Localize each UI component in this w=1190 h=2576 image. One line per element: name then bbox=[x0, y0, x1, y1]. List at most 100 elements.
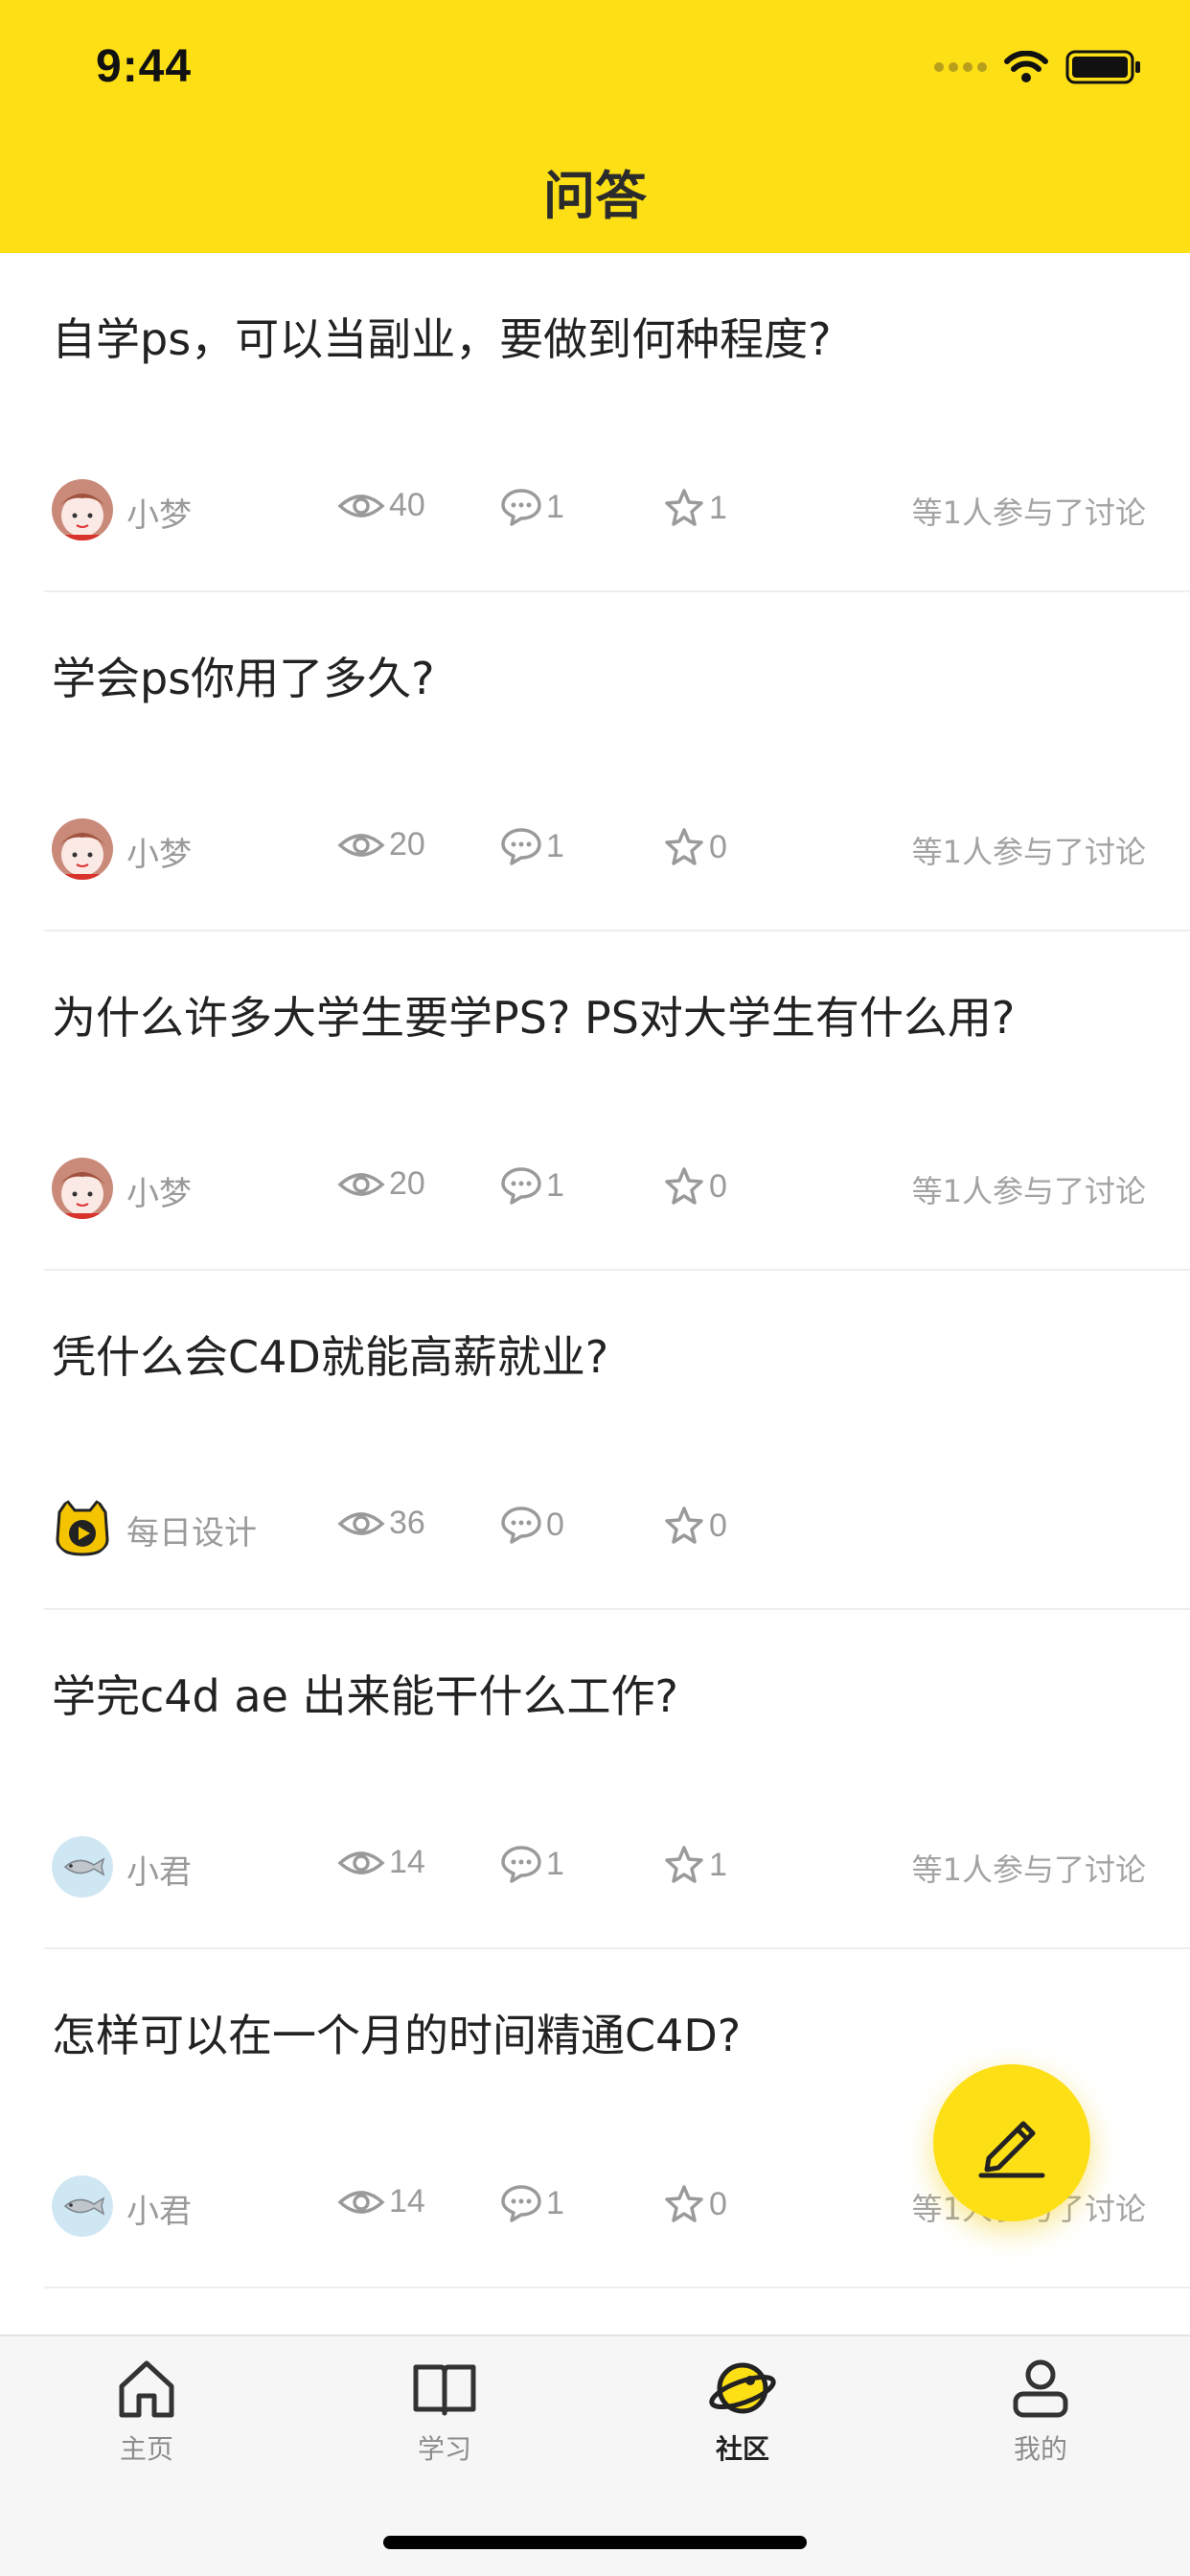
comment-count[interactable]: 1 bbox=[500, 2183, 564, 2223]
star-icon bbox=[665, 1846, 703, 1883]
eye-icon bbox=[337, 494, 385, 518]
eye-icon bbox=[337, 1172, 385, 1196]
eye-icon bbox=[337, 2190, 385, 2214]
avatar[interactable] bbox=[52, 1836, 113, 1898]
compose-button[interactable] bbox=[933, 2064, 1090, 2221]
favorite-count[interactable]: 0 bbox=[663, 1165, 727, 1208]
tab-study-label: 学习 bbox=[417, 2433, 471, 2465]
view-count: 14 bbox=[337, 2183, 425, 2220]
comment-count-value: 1 bbox=[546, 488, 564, 525]
eye-icon bbox=[337, 1511, 385, 1535]
pencil-icon bbox=[978, 2121, 1045, 2178]
tab-study[interactable]: 学习 bbox=[358, 2354, 531, 2488]
favorite-count[interactable]: 0 bbox=[663, 1505, 727, 1547]
comment-count[interactable]: 0 bbox=[500, 1505, 564, 1545]
signal-icon bbox=[934, 62, 987, 72]
view-count-value: 14 bbox=[389, 2183, 425, 2220]
tab-home-label: 主页 bbox=[119, 2433, 173, 2465]
question-list: 自学ps，可以当副业，要做到何种程度? 小梦 40 1 1 等1人参与了讨论 学会ps你用了… bbox=[0, 253, 1190, 2288]
comment-count-value: 1 bbox=[546, 1166, 564, 1204]
view-count-value: 36 bbox=[389, 1505, 425, 1541]
comment-icon bbox=[501, 1846, 541, 1883]
favorite-count-value: 0 bbox=[709, 2185, 727, 2222]
view-count-value: 14 bbox=[389, 1844, 425, 1880]
favorite-count[interactable]: 1 bbox=[663, 487, 727, 529]
eye-icon bbox=[337, 833, 385, 857]
comment-count-value: 1 bbox=[546, 2184, 564, 2221]
view-count: 20 bbox=[337, 826, 425, 863]
author-name[interactable]: 小梦 bbox=[126, 828, 192, 875]
avatar[interactable] bbox=[52, 818, 113, 880]
tab-home[interactable]: 主页 bbox=[60, 2354, 233, 2488]
question-title[interactable]: 怎样可以在一个月的时间精通C4D? bbox=[52, 2001, 741, 2064]
wifi-icon bbox=[1004, 51, 1048, 82]
question-meta: 小君 14 1 1 等1人参与了讨论 bbox=[44, 1836, 1146, 1898]
question-item[interactable]: 自学ps，可以当副业，要做到何种程度? 小梦 40 1 1 等1人参与了讨论 bbox=[44, 253, 1190, 592]
question-title[interactable]: 学会ps你用了多久? bbox=[52, 644, 435, 707]
comment-icon bbox=[501, 828, 541, 865]
header-bar: 9:44 问答 bbox=[0, 0, 1190, 253]
tab-community-label: 社区 bbox=[715, 2433, 769, 2465]
page-title: 问答 bbox=[543, 166, 647, 226]
star-icon bbox=[665, 489, 703, 526]
participants-text: 等1人参与了讨论 bbox=[911, 1852, 1146, 1888]
comment-count[interactable]: 1 bbox=[500, 826, 564, 866]
participants-text: 等1人参与了讨论 bbox=[911, 494, 1146, 531]
author-name[interactable]: 小梦 bbox=[126, 489, 192, 536]
view-count-value: 20 bbox=[389, 826, 425, 862]
favorite-count-value: 1 bbox=[709, 489, 727, 526]
question-title[interactable]: 自学ps，可以当副业，要做到何种程度? bbox=[52, 305, 832, 368]
avatar[interactable] bbox=[52, 1158, 113, 1219]
tab-mine-label: 我的 bbox=[1013, 2433, 1067, 2465]
comment-count[interactable]: 1 bbox=[500, 1165, 564, 1206]
star-icon bbox=[665, 828, 703, 865]
tab-community[interactable]: 社区 bbox=[656, 2354, 829, 2488]
status-icons bbox=[934, 50, 1142, 84]
book-icon bbox=[413, 2364, 476, 2416]
avatar[interactable] bbox=[52, 1497, 113, 1558]
favorite-count-value: 0 bbox=[709, 1167, 727, 1205]
planet-icon bbox=[709, 2362, 776, 2414]
view-count: 14 bbox=[337, 1844, 425, 1881]
author-name[interactable]: 小君 bbox=[126, 1846, 192, 1893]
avatar[interactable] bbox=[52, 479, 113, 540]
comment-count[interactable]: 1 bbox=[500, 1844, 564, 1884]
comment-icon bbox=[501, 1167, 541, 1205]
question-item[interactable]: 凭什么会C4D就能高薪就业? 每日设计 36 0 0 bbox=[44, 1271, 1190, 1610]
user-icon bbox=[1013, 2359, 1068, 2418]
favorite-count[interactable]: 0 bbox=[663, 826, 727, 868]
avatar[interactable] bbox=[52, 2175, 113, 2237]
question-item[interactable]: 学会ps你用了多久? 小梦 20 1 0 等1人参与了讨论 bbox=[44, 592, 1190, 932]
favorite-count-value: 1 bbox=[709, 1846, 727, 1883]
eye-icon bbox=[337, 1851, 385, 1874]
question-item[interactable]: 学完c4d ae 出来能干什么工作? 小君 14 1 1 等1人参与了讨论 bbox=[44, 1610, 1190, 1949]
comment-icon bbox=[501, 489, 541, 526]
view-count: 36 bbox=[337, 1505, 425, 1542]
favorite-count[interactable]: 0 bbox=[663, 2183, 727, 2225]
battery-icon bbox=[1065, 50, 1140, 84]
favorite-count[interactable]: 1 bbox=[663, 1844, 727, 1886]
comment-count-value: 1 bbox=[546, 1845, 564, 1882]
question-title[interactable]: 为什么许多大学生要学PS? PS对大学生有什么用? bbox=[52, 983, 1015, 1046]
author-name[interactable]: 小君 bbox=[126, 2185, 192, 2232]
question-meta: 小梦 20 1 0 等1人参与了讨论 bbox=[44, 818, 1146, 880]
question-meta: 每日设计 36 0 0 bbox=[44, 1497, 1146, 1558]
question-title[interactable]: 学完c4d ae 出来能干什么工作? bbox=[52, 1662, 678, 1725]
question-title[interactable]: 凭什么会C4D就能高薪就业? bbox=[52, 1322, 608, 1386]
tab-mine[interactable]: 我的 bbox=[954, 2354, 1127, 2488]
star-icon bbox=[665, 2185, 703, 2222]
question-meta: 小梦 40 1 1 等1人参与了讨论 bbox=[44, 479, 1146, 540]
comment-count[interactable]: 1 bbox=[500, 487, 564, 527]
question-item[interactable]: 为什么许多大学生要学PS? PS对大学生有什么用? 小梦 20 1 0 等1人参与了讨论 bbox=[44, 932, 1190, 1271]
star-icon bbox=[665, 1167, 703, 1205]
favorite-count-value: 0 bbox=[709, 828, 727, 865]
comment-count-value: 1 bbox=[546, 827, 564, 864]
participants-text: 等1人参与了讨论 bbox=[911, 1173, 1146, 1209]
home-icon bbox=[119, 2360, 174, 2418]
author-name[interactable]: 每日设计 bbox=[126, 1506, 257, 1553]
home-indicator bbox=[383, 2536, 807, 2549]
view-count: 20 bbox=[337, 1165, 425, 1203]
view-count: 40 bbox=[337, 487, 425, 524]
author-name[interactable]: 小梦 bbox=[126, 1167, 192, 1214]
view-count-value: 40 bbox=[389, 487, 425, 523]
